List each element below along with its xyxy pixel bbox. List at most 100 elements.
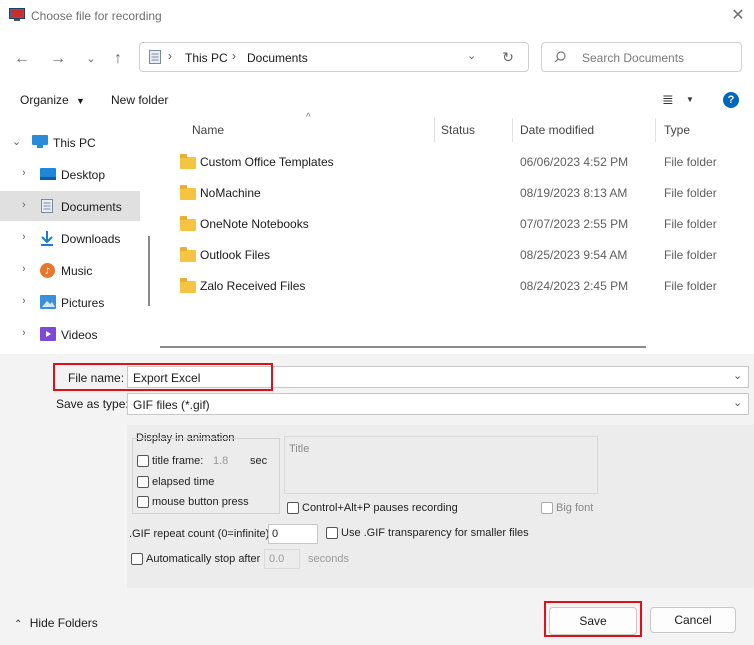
auto-stop-checkbox[interactable] xyxy=(131,553,143,565)
column-header-name[interactable]: Name xyxy=(192,123,224,137)
breadcrumb-this-pc[interactable]: This PC xyxy=(185,51,228,65)
hide-folders-label: Hide Folders xyxy=(29,616,98,630)
column-header-status[interactable]: Status xyxy=(441,123,475,137)
view-options-icon[interactable]: ≣ xyxy=(662,91,674,108)
new-folder-button[interactable]: New folder xyxy=(111,93,168,107)
save-button-highlight xyxy=(544,601,642,637)
file-row[interactable]: NoMachine 08/19/2023 8:13 AM File folder xyxy=(170,179,754,207)
column-header-type[interactable]: Type xyxy=(664,123,690,137)
file-name: NoMachine xyxy=(200,186,261,200)
organize-dropdown-icon: ▼ xyxy=(76,96,85,106)
repeat-count-input[interactable]: 0 xyxy=(268,524,318,544)
file-row[interactable]: OneNote Notebooks 07/07/2023 2:55 PM Fil… xyxy=(170,210,754,238)
tree-label: Videos xyxy=(61,328,98,342)
title-group-label: Title xyxy=(289,443,310,455)
collapsed-chevron-icon: › xyxy=(22,231,26,243)
title-frame-value[interactable]: 1.8 xyxy=(213,455,228,467)
folder-icon xyxy=(180,154,196,169)
tree-item-music[interactable]: › ♪ Music xyxy=(0,255,140,285)
refresh-icon[interactable]: ↻ xyxy=(498,47,518,67)
file-type: File folder xyxy=(664,217,717,231)
tree-label: Desktop xyxy=(61,168,106,182)
elapsed-time-checkbox[interactable] xyxy=(137,476,149,488)
save-type-select[interactable]: GIF files (*.gif) ⌄ xyxy=(127,393,749,415)
transparency-label: Use .GIF transparency for smaller files xyxy=(341,527,529,539)
title-text-area[interactable]: Title xyxy=(284,436,598,494)
file-name: OneNote Notebooks xyxy=(200,217,309,231)
up-arrow-icon[interactable]: ↑ xyxy=(107,48,129,70)
file-row[interactable]: Zalo Received Files 08/24/2023 2:45 PM F… xyxy=(170,272,754,300)
collapsed-chevron-icon: › xyxy=(22,167,26,179)
view-dropdown-icon[interactable]: ▼ xyxy=(686,95,694,104)
ctrl-alt-p-checkbox[interactable] xyxy=(287,502,299,514)
recent-locations-chevron-icon[interactable]: ⌄ xyxy=(80,48,102,70)
tree-item-documents[interactable]: › Documents xyxy=(0,191,140,221)
tree-label: This PC xyxy=(53,136,96,150)
file-name: Zalo Received Files xyxy=(200,279,306,293)
tree-item-videos[interactable]: › Videos xyxy=(0,319,140,349)
search-box[interactable]: Search Documents xyxy=(541,42,742,72)
file-row[interactable]: Outlook Files 08/25/2023 9:54 AM File fo… xyxy=(170,241,754,269)
save-type-dropdown-icon[interactable]: ⌄ xyxy=(733,396,742,409)
file-date: 07/07/2023 2:55 PM xyxy=(520,217,629,231)
auto-stop-input[interactable]: 0.0 xyxy=(264,549,300,569)
search-placeholder: Search Documents xyxy=(582,51,685,65)
big-font-checkbox[interactable] xyxy=(541,502,553,514)
save-dialog: Choose file for recording ✕ ← → ⌄ ↑ › Th… xyxy=(0,0,754,645)
hide-folders-button[interactable]: ⌃ Hide Folders xyxy=(14,616,98,630)
file-name: Custom Office Templates xyxy=(200,155,334,169)
big-font-label: Big font xyxy=(556,502,594,514)
column-divider[interactable] xyxy=(512,118,513,142)
tree-label: Downloads xyxy=(61,232,121,246)
search-icon xyxy=(554,51,566,63)
forward-arrow-icon[interactable]: → xyxy=(47,48,69,70)
folder-icon xyxy=(180,185,196,200)
save-type-label: Save as type: xyxy=(56,397,129,411)
seconds-label: seconds xyxy=(308,553,349,565)
mouse-press-label: mouse button press xyxy=(152,496,249,508)
organize-button[interactable]: Organize ▼ xyxy=(20,93,85,107)
close-icon[interactable]: ✕ xyxy=(729,7,747,25)
nav-pane-scrollbar[interactable] xyxy=(148,236,150,306)
videos-icon xyxy=(40,327,56,341)
tree-item-this-pc[interactable]: ⌄ This PC xyxy=(0,127,140,157)
file-date: 06/06/2023 4:52 PM xyxy=(520,155,629,169)
desktop-icon xyxy=(40,168,56,180)
tree-item-downloads[interactable]: › Downloads xyxy=(0,223,140,253)
title-frame-checkbox[interactable] xyxy=(137,455,149,467)
auto-stop-label: Automatically stop after xyxy=(146,553,261,565)
sec-label: sec xyxy=(250,455,268,467)
column-divider[interactable] xyxy=(434,118,435,142)
column-divider[interactable] xyxy=(655,118,656,142)
pictures-icon xyxy=(40,295,56,309)
help-icon[interactable]: ? xyxy=(723,92,739,108)
ctrl-alt-p-label: Control+Alt+P pauses recording xyxy=(302,502,458,514)
auto-stop-value: 0.0 xyxy=(269,553,285,565)
window-title: Choose file for recording xyxy=(31,9,162,23)
collapsed-chevron-icon: › xyxy=(22,327,26,339)
chevron-up-icon: ⌃ xyxy=(14,619,23,630)
column-header-date-modified[interactable]: Date modified xyxy=(520,123,594,137)
address-bar[interactable]: › This PC › Documents ⌄ xyxy=(139,42,529,72)
back-arrow-icon[interactable]: ← xyxy=(11,48,33,70)
breadcrumb-documents[interactable]: Documents xyxy=(247,51,308,65)
address-dropdown-icon[interactable]: ⌄ xyxy=(467,49,476,62)
mouse-press-checkbox[interactable] xyxy=(137,496,149,508)
tree-item-pictures[interactable]: › Pictures xyxy=(0,287,140,317)
horizontal-scrollbar[interactable] xyxy=(160,346,646,348)
file-row[interactable]: Custom Office Templates 06/06/2023 4:52 … xyxy=(170,148,754,176)
documents-icon xyxy=(41,199,53,213)
breadcrumb-chevron-icon: › xyxy=(168,49,172,63)
tree-label: Pictures xyxy=(61,296,105,310)
cancel-button[interactable]: Cancel xyxy=(650,607,736,633)
file-name-dropdown-icon[interactable]: ⌄ xyxy=(733,369,742,382)
file-type: File folder xyxy=(664,155,717,169)
file-type: File folder xyxy=(664,186,717,200)
tree-item-desktop[interactable]: › Desktop xyxy=(0,159,140,189)
repeat-count-value: 0 xyxy=(272,528,279,540)
collapsed-chevron-icon: › xyxy=(22,263,26,275)
folder-icon xyxy=(180,278,196,293)
file-type: File folder xyxy=(664,248,717,262)
transparency-checkbox[interactable] xyxy=(326,527,338,539)
this-pc-icon xyxy=(32,135,48,148)
